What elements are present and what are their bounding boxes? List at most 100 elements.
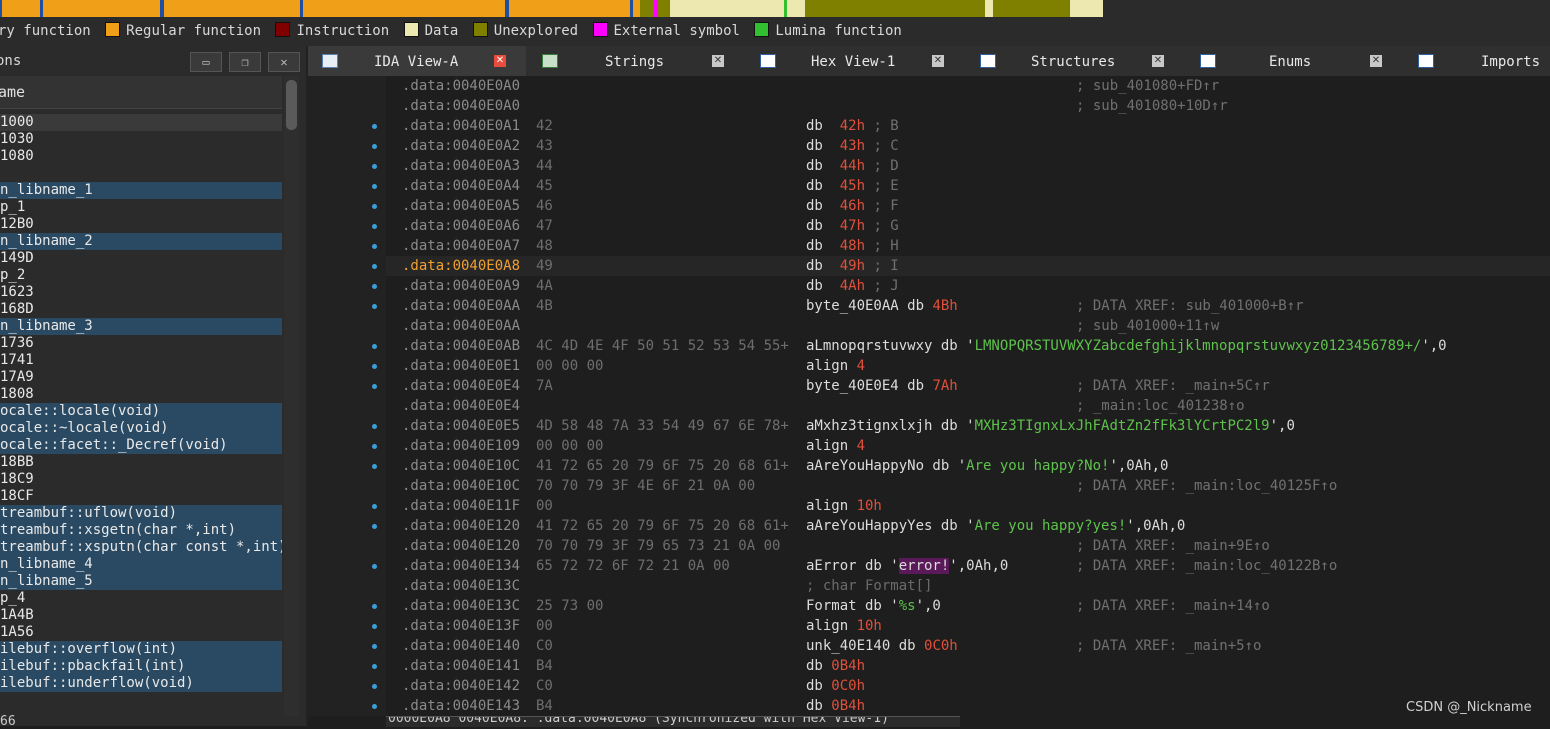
tab-structures[interactable]: Structures ✕ <box>974 46 1170 76</box>
function-list-item[interactable]: n_libname_1 <box>0 182 282 199</box>
listing-line[interactable]: .data:0040E0A3 44 db 44h ; D <box>386 156 1550 176</box>
breakpoint-dot-icon[interactable] <box>372 524 377 529</box>
breakpoint-dot-icon[interactable] <box>372 204 377 209</box>
tab-imports[interactable]: Imports <box>1412 46 1550 76</box>
function-list-item[interactable]: n_libname_2 <box>0 233 282 250</box>
close-icon[interactable]: ✕ <box>1370 55 1382 67</box>
function-list-item[interactable]: p_1 <box>0 199 282 216</box>
close-icon[interactable]: ✕ <box>1152 55 1164 67</box>
functions-list[interactable]: 1000 1030 1080 n_libname_1 p_1 12B0 n_libname_… <box>0 114 282 714</box>
function-list-item[interactable]: 17A9 <box>0 369 282 386</box>
function-list-item[interactable] <box>0 165 282 182</box>
listing-line[interactable]: .data:0040E140 C0 unk_40E140 db 0C0h ; DATA… <box>386 636 1550 656</box>
breakpoint-dot-icon[interactable] <box>372 244 377 249</box>
listing-line[interactable]: .data:0040E0A1 42 db 42h ; B <box>386 116 1550 136</box>
breakpoint-dot-icon[interactable] <box>372 224 377 229</box>
function-list-item[interactable]: ocale::locale(void) <box>0 403 282 420</box>
function-name-column-header[interactable]: ame <box>0 76 282 109</box>
function-list-item[interactable]: 1A4B <box>0 607 282 624</box>
function-list-item[interactable]: n_libname_3 <box>0 318 282 335</box>
disassembly-view[interactable]: .data:0040E0A0; sub_401080+FD↑r .data:004… <box>308 76 1550 716</box>
close-icon[interactable]: ✕ <box>932 55 944 67</box>
breakpoint-dot-icon[interactable] <box>372 124 377 129</box>
breakpoint-dot-icon[interactable] <box>372 624 377 629</box>
function-list-item[interactable]: treambuf::xsgetn(char *,int) <box>0 522 282 539</box>
listing-line[interactable]: .data:0040E142 C0 db 0C0h <box>386 676 1550 696</box>
listing-line[interactable]: .data:0040E0A4 45 db 45h ; E <box>386 176 1550 196</box>
panel-restore-button[interactable]: ❐ <box>229 52 261 72</box>
listing-line[interactable]: .data:0040E141 B4 db 0B4h <box>386 656 1550 676</box>
function-list-item[interactable]: p_4 <box>0 590 282 607</box>
tab-ida-view-a[interactable]: IDA View-A ✕ <box>308 46 526 76</box>
listing-line[interactable]: .data:0040E134 65 72 72 6F 72 21 0A 00 aEr… <box>386 556 1550 576</box>
function-list-item[interactable]: 1736 <box>0 335 282 352</box>
function-list-item[interactable]: ocale::facet::_Decref(void) <box>0 437 282 454</box>
breakpoint-dot-icon[interactable] <box>372 684 377 689</box>
breakpoint-dot-icon[interactable] <box>372 644 377 649</box>
listing-line[interactable]: .data:0040E0A5 46 db 46h ; F <box>386 196 1550 216</box>
breakpoint-dot-icon[interactable] <box>372 564 377 569</box>
function-list-item[interactable]: ilebuf::overflow(int) <box>0 641 282 658</box>
listing-line[interactable]: .data:0040E0A6 47 db 47h ; G <box>386 216 1550 236</box>
breakpoint-dot-icon[interactable] <box>372 344 377 349</box>
function-list-item[interactable]: 1000 <box>0 114 282 131</box>
function-list-item[interactable]: 1741 <box>0 352 282 369</box>
function-list-item[interactable]: n_libname_4 <box>0 556 282 573</box>
listing-line[interactable]: .data:0040E0AB 4C 4D 4E 4F 50 51 52 53 54… <box>386 336 1550 356</box>
function-list-item[interactable]: 149D <box>0 250 282 267</box>
listing-line[interactable]: .data:0040E0AA 4B byte_40E0AA db 4Bh ; DATA… <box>386 296 1550 316</box>
functions-scrollbar[interactable] <box>284 76 299 716</box>
panel-float-button[interactable]: ▭ <box>190 52 222 72</box>
breakpoint-dot-icon[interactable] <box>372 444 377 449</box>
breakpoint-dot-icon[interactable] <box>372 504 377 509</box>
function-list-item[interactable]: p_2 <box>0 267 282 284</box>
breakpoint-dot-icon[interactable] <box>372 384 377 389</box>
listing-line[interactable]: .data:0040E0A9 4A db 4Ah ; J <box>386 276 1550 296</box>
function-list-item[interactable]: ilebuf::pbackfail(int) <box>0 658 282 675</box>
listing-line[interactable]: .data:0040E13C ; char Format[] <box>386 576 1550 596</box>
functions-scrollbar-thumb[interactable] <box>286 80 297 130</box>
breakpoint-dot-icon[interactable] <box>372 184 377 189</box>
tab-strings[interactable]: Strings ✕ <box>530 46 740 76</box>
listing-line[interactable]: .data:0040E0AA ; sub_401000+11↑w <box>386 316 1550 336</box>
listing-line[interactable]: .data:0040E0E4 7A byte_40E0E4 db 7Ah ; DATA… <box>386 376 1550 396</box>
function-list-item[interactable]: 1030 <box>0 131 282 148</box>
function-list-item[interactable]: 18CF <box>0 488 282 505</box>
function-list-item[interactable]: 1623 <box>0 284 282 301</box>
function-list-item[interactable]: 1080 <box>0 148 282 165</box>
breakpoint-dot-icon[interactable] <box>372 264 377 269</box>
breakpoint-dot-icon[interactable] <box>372 604 377 609</box>
listing-line[interactable]: .data:0040E0A8 49 db 49h ; I <box>386 256 1550 276</box>
tab-hex-view-1[interactable]: Hex View-1 ✕ <box>754 46 954 76</box>
listing-line[interactable]: .data:0040E120 70 70 79 3F 79 65 73 21 0A… <box>386 536 1550 556</box>
breakpoint-dot-icon[interactable] <box>372 424 377 429</box>
breakpoint-dot-icon[interactable] <box>372 704 377 709</box>
breakpoint-dot-icon[interactable] <box>372 164 377 169</box>
function-list-item[interactable]: ilebuf::underflow(void) <box>0 675 282 692</box>
listing-line[interactable]: .data:0040E0A2 43 db 43h ; C <box>386 136 1550 156</box>
listing-line[interactable]: .data:0040E13F 00 align 10h <box>386 616 1550 636</box>
listing-line[interactable]: .data:0040E13C 25 73 00 Format db '%s',0 ; … <box>386 596 1550 616</box>
listing-line[interactable]: .data:0040E0A7 48 db 48h ; H <box>386 236 1550 256</box>
breakpoint-dot-icon[interactable] <box>372 284 377 289</box>
listing-line[interactable]: .data:0040E143 B4 db 0B4h <box>386 696 1550 716</box>
listing-line[interactable]: .data:0040E10C 41 72 65 20 79 6F 75 20 68… <box>386 456 1550 476</box>
function-list-item[interactable]: treambuf::uflow(void) <box>0 505 282 522</box>
function-list-item[interactable]: 1808 <box>0 386 282 403</box>
listing-line[interactable]: .data:0040E0E4 ; _main:loc_401238↑o <box>386 396 1550 416</box>
close-icon[interactable]: ✕ <box>494 55 506 67</box>
breakpoint-dot-icon[interactable] <box>372 304 377 309</box>
listing-line[interactable]: .data:0040E109 00 00 00 align 4 <box>386 436 1550 456</box>
close-icon[interactable]: ✕ <box>712 55 724 67</box>
navigation-band[interactable] <box>0 0 1550 17</box>
breakpoint-dot-icon[interactable] <box>372 364 377 369</box>
tab-enums[interactable]: Enums ✕ <box>1194 46 1388 76</box>
function-list-item[interactable]: 1A56 <box>0 624 282 641</box>
function-list-item[interactable]: 18C9 <box>0 471 282 488</box>
panel-close-button[interactable]: ✕ <box>268 52 300 72</box>
breakpoint-dot-icon[interactable] <box>372 664 377 669</box>
listing-line[interactable]: .data:0040E120 41 72 65 20 79 6F 75 20 68… <box>386 516 1550 536</box>
function-list-item[interactable]: 12B0 <box>0 216 282 233</box>
breakpoint-dot-icon[interactable] <box>372 144 377 149</box>
function-list-item[interactable]: treambuf::xsputn(char const *,int) <box>0 539 282 556</box>
